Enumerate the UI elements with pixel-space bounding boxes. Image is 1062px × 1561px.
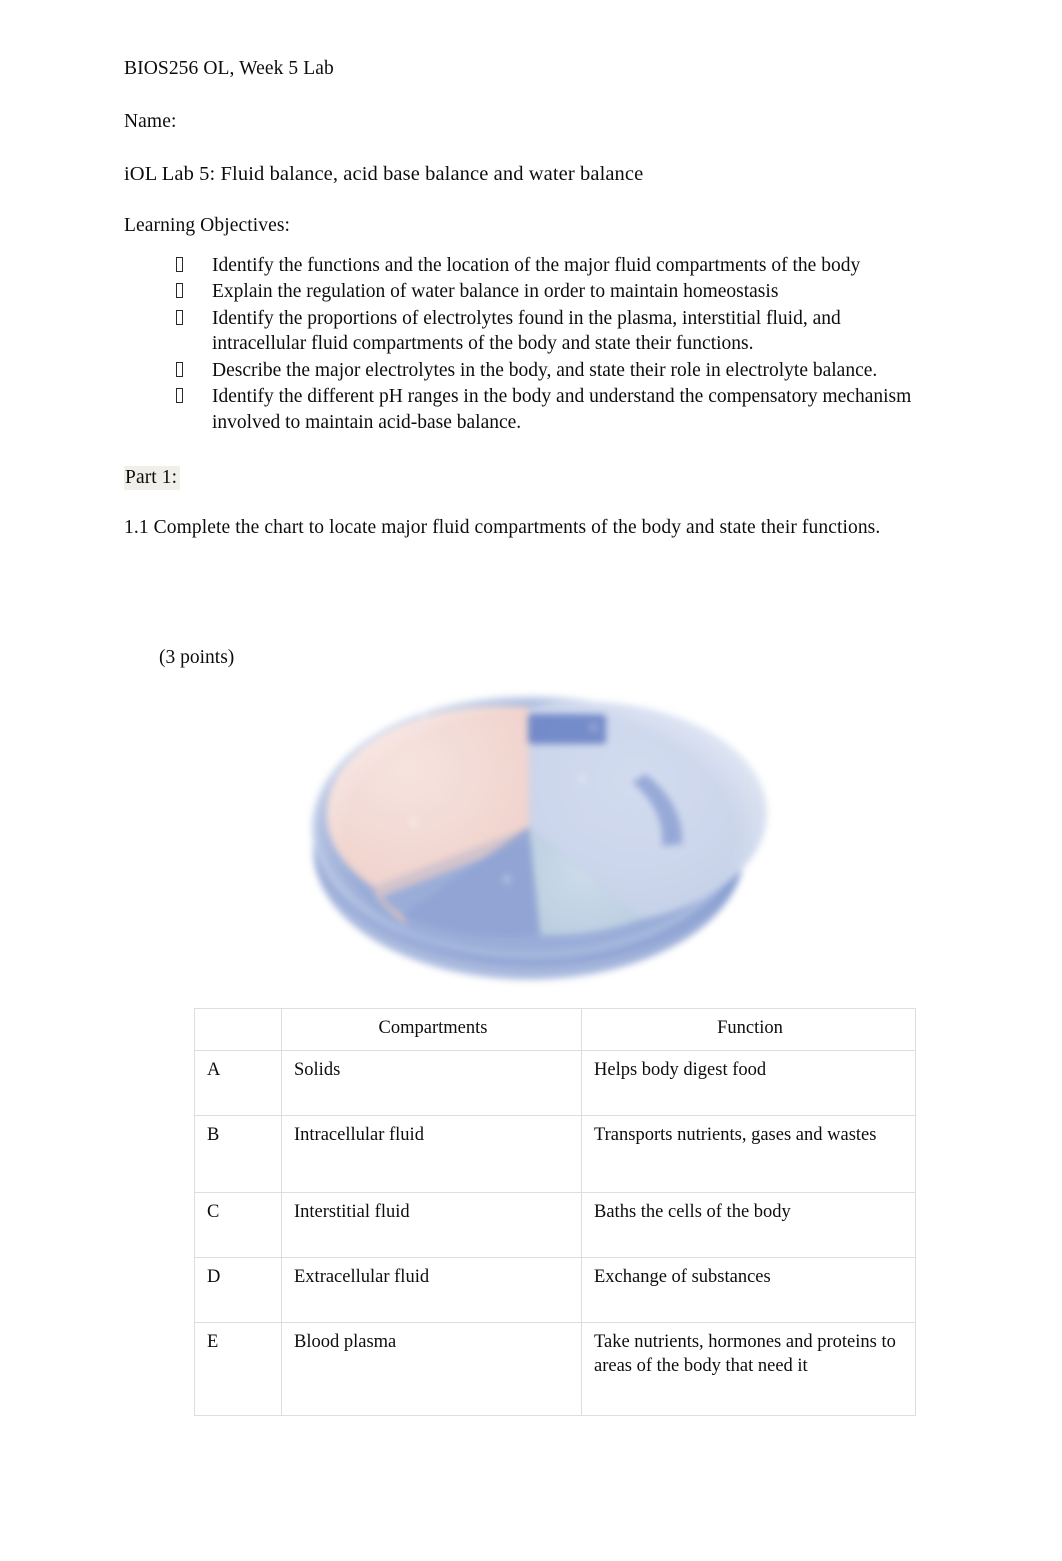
- part-heading: Part 1:: [124, 465, 962, 491]
- missing-glyph-bullet-icon: [176, 256, 183, 272]
- objective-text: Describe the major electrolytes in the b…: [212, 359, 878, 381]
- document-page: BIOS256 OL, Week 5 Lab Name: iOL Lab 5: …: [0, 0, 1062, 1561]
- row-compartment[interactable]: Blood plasma: [281, 1322, 582, 1417]
- table-body: A Solids Helps body digest food B Intrac…: [194, 1050, 916, 1417]
- points-caption: (3 points): [159, 647, 235, 668]
- table-row: B Intracellular fluid Transports nutrien…: [194, 1115, 916, 1194]
- part-label: Part 1:: [124, 466, 181, 491]
- objective-item: Identify the proportions of electrolytes…: [156, 306, 912, 357]
- document-header: BIOS256 OL, Week 5 Lab: [124, 58, 334, 79]
- table-row: E Blood plasma Take nutrients, hormones …: [194, 1322, 916, 1417]
- fluid-compartments-pie-figure: A B C D E: [276, 668, 782, 1008]
- name-field-label: Name:: [124, 111, 177, 133]
- learning-objectives-heading: Learning Objectives:: [124, 215, 291, 237]
- row-compartment[interactable]: Interstitial fluid: [281, 1192, 582, 1259]
- pie-label-c: C: [590, 722, 598, 734]
- lab-title: iOL Lab 5: Fluid balance, acid base bala…: [124, 162, 644, 185]
- objective-item: Explain the regulation of water balance …: [156, 279, 912, 305]
- pie-label-e: E: [504, 874, 512, 886]
- row-key: A: [194, 1050, 282, 1117]
- row-function[interactable]: Exchange of substances: [581, 1257, 916, 1324]
- table-header-row: Compartments Function: [194, 1007, 916, 1052]
- missing-glyph-bullet-icon: [176, 309, 183, 325]
- pie-wrap: A B C D E: [290, 682, 768, 994]
- row-function[interactable]: Take nutrients, hormones and proteins to…: [581, 1322, 916, 1417]
- pie-chart-graphic: A B C D E: [290, 682, 768, 994]
- table-row: C Interstitial fluid Baths the cells of …: [194, 1192, 916, 1259]
- missing-glyph-bullet-icon: [176, 361, 183, 377]
- row-compartment[interactable]: Solids: [281, 1050, 582, 1117]
- row-function[interactable]: Baths the cells of the body: [581, 1192, 916, 1259]
- objective-text: Identify the proportions of electrolytes…: [212, 307, 841, 355]
- pie-label-b: B: [410, 818, 418, 830]
- row-key: B: [194, 1115, 282, 1194]
- objective-text: Identify the different pH ranges in the …: [212, 386, 912, 433]
- row-function[interactable]: Transports nutrients, gases and wastes: [581, 1115, 916, 1194]
- compartments-table: Compartments Function A Solids Helps bod…: [194, 1007, 916, 1417]
- row-compartment[interactable]: Extracellular fluid: [281, 1257, 582, 1324]
- row-key: E: [194, 1322, 282, 1417]
- row-compartment[interactable]: Intracellular fluid: [281, 1115, 582, 1194]
- compartments-table-wrapper: Compartments Function A Solids Helps bod…: [194, 1007, 916, 1417]
- row-key: C: [194, 1192, 282, 1259]
- objective-item: Identify the different pH ranges in the …: [156, 384, 912, 435]
- question-1-1: 1.1 Complete the chart to locate major f…: [124, 516, 881, 538]
- objective-text: Identify the functions and the location …: [212, 254, 861, 276]
- missing-glyph-bullet-icon: [176, 283, 183, 299]
- header-function: Function: [581, 1007, 916, 1052]
- objective-item: Identify the functions and the location …: [156, 253, 912, 279]
- header-key: [194, 1007, 282, 1052]
- objective-item: Describe the major electrolytes in the b…: [156, 358, 912, 384]
- table-row: D Extracellular fluid Exchange of substa…: [194, 1257, 916, 1324]
- pie-svg: [311, 695, 768, 980]
- table-row: A Solids Helps body digest food: [194, 1050, 916, 1117]
- row-function[interactable]: Helps body digest food: [581, 1050, 916, 1117]
- header-compartments: Compartments: [281, 1007, 582, 1052]
- learning-objectives-list: Identify the functions and the location …: [124, 253, 962, 436]
- objective-text: Explain the regulation of water balance …: [212, 281, 779, 303]
- table-head: Compartments Function: [194, 1007, 916, 1052]
- missing-glyph-bullet-icon: [176, 388, 183, 404]
- pie-label-d: D: [578, 774, 586, 786]
- row-key: D: [194, 1257, 282, 1324]
- pie-label-a: A: [420, 710, 428, 722]
